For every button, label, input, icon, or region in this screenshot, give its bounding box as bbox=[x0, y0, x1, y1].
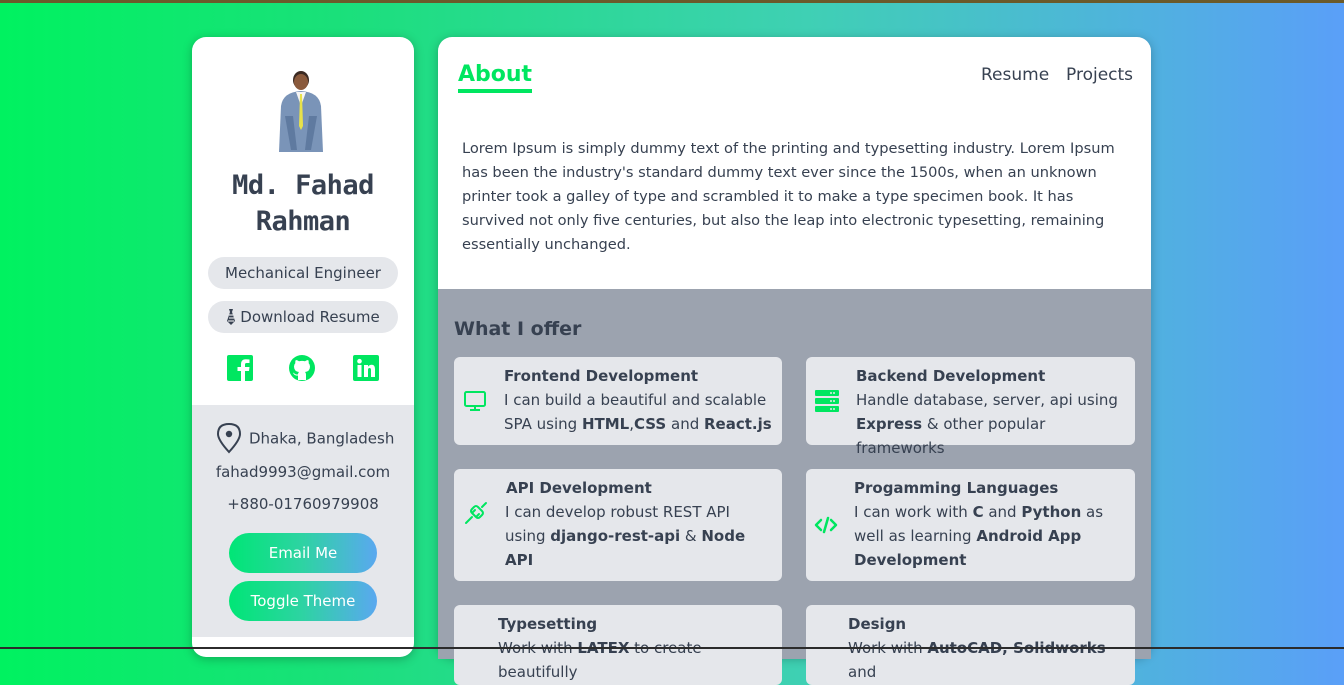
tab-about[interactable]: About bbox=[458, 62, 533, 93]
service-title: Design bbox=[848, 615, 907, 633]
download-resume-button[interactable]: Download Resume bbox=[208, 301, 398, 333]
service-card-design: Design Work with AutoCAD, Solidworks and bbox=[806, 605, 1135, 685]
service-card-languages: Progamming Languages I can work with C a… bbox=[806, 469, 1135, 581]
profile-name: Md. Fahad Rahman bbox=[192, 168, 414, 240]
email-text: fahad9993@gmail.com bbox=[215, 463, 391, 481]
service-title: Backend Development bbox=[856, 367, 1046, 385]
location-text: Dhaka, Bangladesh bbox=[249, 429, 395, 448]
github-icon[interactable] bbox=[288, 354, 316, 382]
tab-projects[interactable]: Projects bbox=[1066, 65, 1133, 85]
window-top-border bbox=[0, 0, 1344, 3]
location: Dhaka, Bangladesh bbox=[215, 422, 394, 454]
tie-icon bbox=[227, 309, 236, 325]
plug-icon bbox=[465, 502, 487, 524]
download-resume-label: Download Resume bbox=[240, 308, 380, 326]
offer-title: What I offer bbox=[454, 318, 582, 340]
service-description: Work with AutoCAD, Solidworks and bbox=[848, 639, 1106, 681]
monitor-icon bbox=[464, 391, 486, 411]
phone-text: +880-01760979908 bbox=[227, 495, 379, 513]
service-title: Progamming Languages bbox=[854, 479, 1059, 497]
service-card-api: API Development I can develop robust RES… bbox=[454, 469, 782, 581]
tab-resume[interactable]: Resume bbox=[981, 65, 1049, 85]
service-description: Handle database, server, api using Expre… bbox=[856, 391, 1118, 457]
avatar bbox=[279, 71, 323, 152]
social-links bbox=[192, 354, 414, 384]
service-description: I can work with C and Python as well as … bbox=[854, 503, 1104, 569]
service-title: API Development bbox=[506, 479, 652, 497]
about-paragraph: Lorem Ipsum is simply dummy text of the … bbox=[462, 140, 1115, 253]
facebook-icon[interactable] bbox=[226, 354, 254, 382]
email-me-button[interactable]: Email Me bbox=[229, 533, 377, 573]
server-icon bbox=[815, 390, 839, 412]
service-title: Typesetting bbox=[498, 615, 598, 633]
profile-name-line1: Md. Fahad bbox=[232, 170, 374, 201]
service-title: Frontend Development bbox=[504, 367, 699, 385]
service-card-frontend: Frontend Development I can build a beaut… bbox=[454, 357, 782, 445]
code-icon bbox=[814, 516, 838, 534]
service-card-typesetting: Typesetting Work with LATEX to create be… bbox=[454, 605, 782, 685]
service-description: I can develop robust REST API using djan… bbox=[505, 503, 746, 569]
toggle-theme-button[interactable]: Toggle Theme bbox=[229, 581, 377, 621]
service-description: I can build a beautiful and scalable SPA… bbox=[504, 391, 772, 433]
job-title-badge: Mechanical Engineer bbox=[208, 257, 398, 289]
profile-name-line2: Rahman bbox=[255, 206, 351, 237]
location-pin-icon bbox=[216, 422, 242, 454]
linkedin-icon[interactable] bbox=[352, 354, 380, 382]
service-description: Work with LATEX to create beautifully bbox=[498, 639, 702, 681]
service-card-backend: Backend Development Handle database, ser… bbox=[806, 357, 1135, 457]
